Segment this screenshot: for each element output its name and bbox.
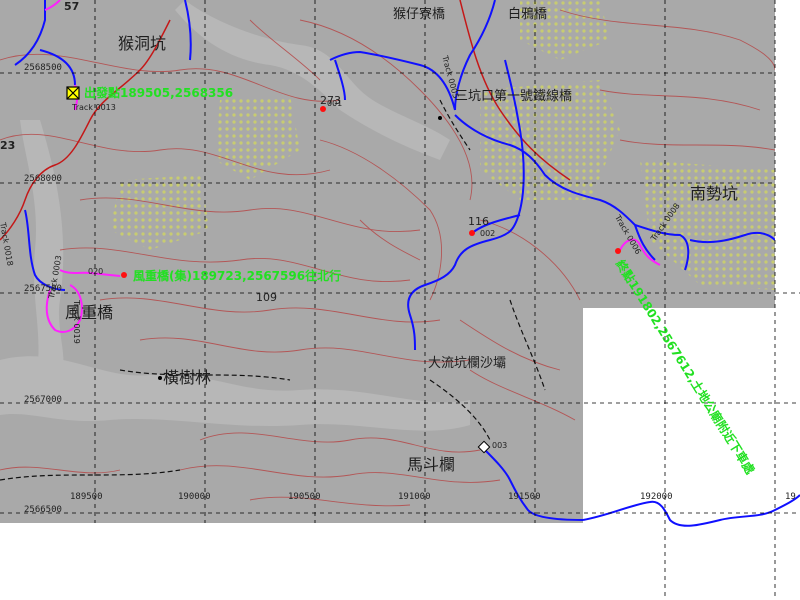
northing-label: 2567000 (24, 395, 62, 405)
waypoint-020-annotation: 風重橋(集)189723,2567596往北行 (133, 269, 342, 283)
waypoint-marker[interactable] (121, 272, 127, 278)
easting-label: 189500 (70, 492, 103, 502)
dot-marker (158, 376, 162, 380)
elevation-label: 57 (64, 0, 80, 13)
dot-marker (438, 116, 442, 120)
easting-label: 190500 (288, 492, 321, 502)
easting-label: 191000 (398, 492, 431, 502)
elevation-label: 109 (256, 291, 277, 304)
place-hengshulin: 橫樹林 (163, 368, 212, 387)
start-marker[interactable] (66, 86, 80, 100)
easting-label: 19 (785, 492, 796, 502)
easting-label: 191500 (508, 492, 541, 502)
blue-track-exit (582, 494, 800, 527)
waypoint-marker[interactable] (615, 248, 621, 254)
place-sankengkou-bridge: 三坑口第一號鐵線橋 (455, 89, 573, 104)
waypoint-label: 003 (492, 441, 508, 450)
easting-label: 192000 (640, 492, 673, 502)
place-nanshikeng: 南勢坑 (690, 184, 739, 203)
northing-label: 2568000 (24, 174, 62, 184)
waypoint-label: 020 (88, 267, 104, 276)
place-madoulan: 馬斗欄 (407, 455, 456, 474)
place-daliukeng-dam: 大流坑欄沙壩 (428, 356, 507, 371)
waypoint-marker[interactable] (469, 230, 475, 236)
place-houzailiao-bridge: 猴仔寮橋 (393, 7, 446, 22)
place-houdongkeng: 猴洞坑 (118, 34, 167, 53)
easting-label: 190000 (178, 492, 211, 502)
northing-label: 2568500 (24, 63, 62, 73)
northing-label: 2567500 (24, 284, 62, 294)
elevation-label: 116 (468, 215, 489, 228)
track-label: Track 0013 (72, 103, 116, 112)
elevation-label: 23 (0, 139, 16, 152)
waypoint-label: 002 (480, 229, 496, 238)
start-annotation: 出發點189505,2568356 (84, 86, 234, 100)
place-baiya-bridge: 白鴉橋 (508, 7, 548, 22)
track-label: Track 0019 (72, 300, 81, 344)
waypoint-label: 001 (327, 99, 343, 108)
northing-label: 2566500 (24, 505, 62, 515)
